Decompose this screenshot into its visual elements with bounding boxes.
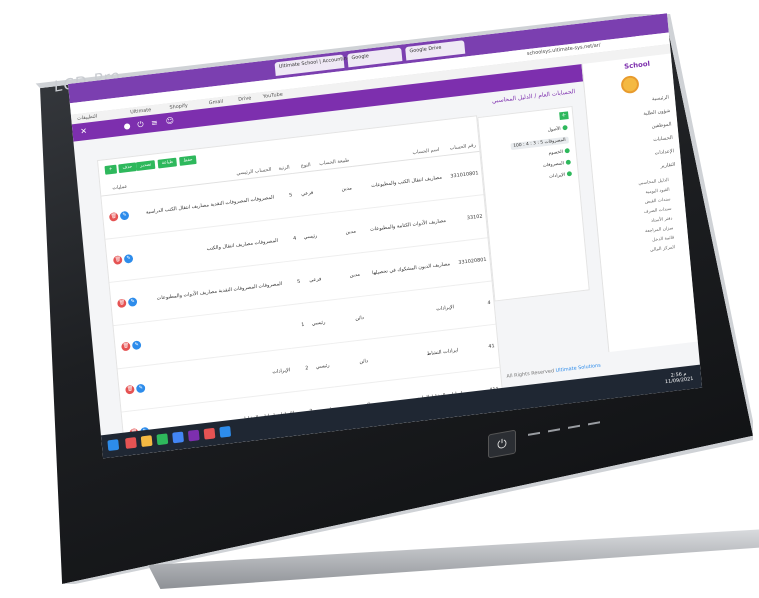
accounts-tree: + الأصول المصروفات 5 : 3 : 4 : 100 الخصو… (477, 105, 590, 302)
bookmark-item[interactable]: Shopify (169, 103, 188, 111)
print-button[interactable]: طباعة (157, 157, 178, 169)
screen-area: Ultimate School | Accounting Google Goog… (68, 13, 703, 459)
delete-icon[interactable]: 🗑 (117, 297, 127, 308)
footer-text: All Rights Reserved (506, 368, 555, 380)
tree-node-icon (564, 148, 570, 154)
tree-node-label: الإيرادات (548, 172, 566, 180)
export-button[interactable]: تصدير (135, 160, 156, 172)
cell-actions: ✎🗑 (109, 278, 144, 326)
app-icon[interactable] (140, 435, 153, 448)
cell-nature: مدين (314, 166, 357, 215)
power-icon: ⏻ (497, 436, 507, 452)
logo-icon: ✕ (79, 126, 88, 136)
cell-type: فرعي (301, 257, 327, 303)
cell-number: 41 (459, 324, 500, 372)
app-icon[interactable] (156, 433, 169, 446)
tree-node-label: المصروفات (542, 161, 565, 169)
tree-node-icon (562, 124, 568, 131)
sidebar-subitem[interactable]: ميزان المراجعة (645, 226, 673, 234)
sidebar-subitem[interactable]: قائمة الدخل (652, 236, 674, 243)
bookmark-item[interactable]: التطبيقات (77, 114, 97, 122)
bookmark-item[interactable]: Drive (238, 95, 252, 102)
control-button[interactable] (568, 424, 580, 429)
monitor: LCD-Pro Ultimate School | Accounting Goo… (18, 13, 759, 589)
screen: Ultimate School | Accounting Google Goog… (68, 13, 703, 459)
tree-node-label: الخصوم (548, 149, 564, 157)
sidebar-item-accounts[interactable]: الحسابات (653, 135, 673, 143)
cell-nature: مدين (318, 209, 361, 258)
cell-nature: مدين (322, 252, 365, 301)
edit-icon[interactable]: ✎ (123, 253, 134, 264)
cell-type: فرعي (293, 170, 319, 217)
delete-button[interactable]: حذف (118, 162, 137, 174)
sidebar-subitem[interactable]: سندات القبض (645, 197, 671, 205)
cell-number: 331010801 (442, 151, 484, 199)
cell-nature: دائن (330, 339, 374, 387)
save-button[interactable]: حفظ (179, 155, 197, 166)
cell-number: 331020801 (450, 237, 492, 286)
delete-icon[interactable]: 🗑 (113, 254, 123, 265)
delete-icon[interactable]: 🗑 (125, 384, 135, 395)
tree-node[interactable]: الخصوم (548, 148, 570, 156)
school-name: School (623, 59, 651, 71)
cell-actions: ✎🗑 (101, 192, 135, 240)
tree-node[interactable]: الأصول (547, 124, 568, 134)
footer-brand-link[interactable]: Ultimate Solutions (555, 363, 601, 374)
sidebar-item-home[interactable]: الرئيسية (652, 95, 669, 103)
control-button[interactable] (588, 421, 600, 426)
cell-type: رئيسي (309, 343, 335, 390)
menu-icon[interactable]: ≡ (151, 118, 162, 129)
sidebar-subitem[interactable]: دفتر الأستاذ (651, 216, 673, 223)
sidebar-item-settings[interactable]: الإعدادات (655, 148, 675, 156)
avatar[interactable] (620, 74, 640, 95)
app-icon[interactable] (219, 425, 232, 438)
sidebar-subitem[interactable]: سندات الصرف (644, 207, 672, 215)
app-icon[interactable] (187, 429, 200, 442)
delete-icon[interactable]: 🗑 (108, 211, 119, 222)
edit-icon[interactable]: ✎ (119, 210, 130, 220)
sidebar-subitem[interactable]: المركز المالي (650, 245, 675, 253)
avatar[interactable]: ☺ (165, 116, 176, 127)
cell-actions: ✎🗑 (117, 365, 152, 413)
sidebar-item-employees[interactable]: الموظفين (651, 121, 671, 129)
delete-icon[interactable]: 🗑 (121, 341, 131, 351)
tree-node[interactable]: المصروفات (542, 159, 571, 169)
app-icon[interactable] (125, 437, 137, 449)
table-toolbar: + حذف تصدير طباعة حفظ (104, 155, 197, 175)
bookmark-item[interactable]: YouTube (263, 92, 284, 100)
bookmark-item[interactable]: Gmail (209, 99, 224, 106)
start-icon[interactable] (107, 439, 120, 451)
sidebar-subitem[interactable]: القيود اليومية (645, 188, 670, 196)
sidebar-subitem[interactable]: الدليل المحاسبي (638, 178, 669, 186)
app-icon[interactable] (172, 431, 184, 444)
tree-node-label: الأصول (547, 126, 561, 134)
add-button[interactable]: + (104, 164, 117, 175)
edit-icon[interactable]: ✎ (135, 383, 146, 393)
control-button[interactable] (548, 428, 560, 433)
app-icon[interactable] (203, 427, 216, 440)
control-button[interactable] (528, 431, 540, 436)
tree-node[interactable]: الإيرادات (548, 171, 573, 180)
user-icon[interactable]: ● (123, 121, 134, 132)
tree-node-icon (565, 159, 571, 165)
cell-type: رئيسي (297, 214, 323, 260)
power-button[interactable]: ⏻ (488, 429, 516, 459)
cell-actions: ✎🗑 (105, 235, 140, 283)
power-icon[interactable]: ⏻ (137, 119, 148, 130)
edit-icon[interactable]: ✎ (131, 339, 142, 350)
cell-number: 33102 (446, 194, 488, 243)
sidebar-item-students[interactable]: شؤون الطلبة (643, 108, 670, 117)
tree-node-icon (566, 171, 573, 177)
cell-actions: ✎🗑 (113, 322, 148, 369)
sidebar-item-reports[interactable]: التقارير (660, 162, 675, 170)
cell-number: 4 (454, 280, 496, 329)
taskbar-clock[interactable]: 2:56 م 11/09/2021 (664, 370, 694, 385)
cell-nature: دائن (326, 295, 369, 344)
edit-icon[interactable]: ✎ (127, 296, 138, 307)
cell-type: رئيسي (305, 300, 331, 347)
add-node-button[interactable]: + (559, 111, 569, 121)
